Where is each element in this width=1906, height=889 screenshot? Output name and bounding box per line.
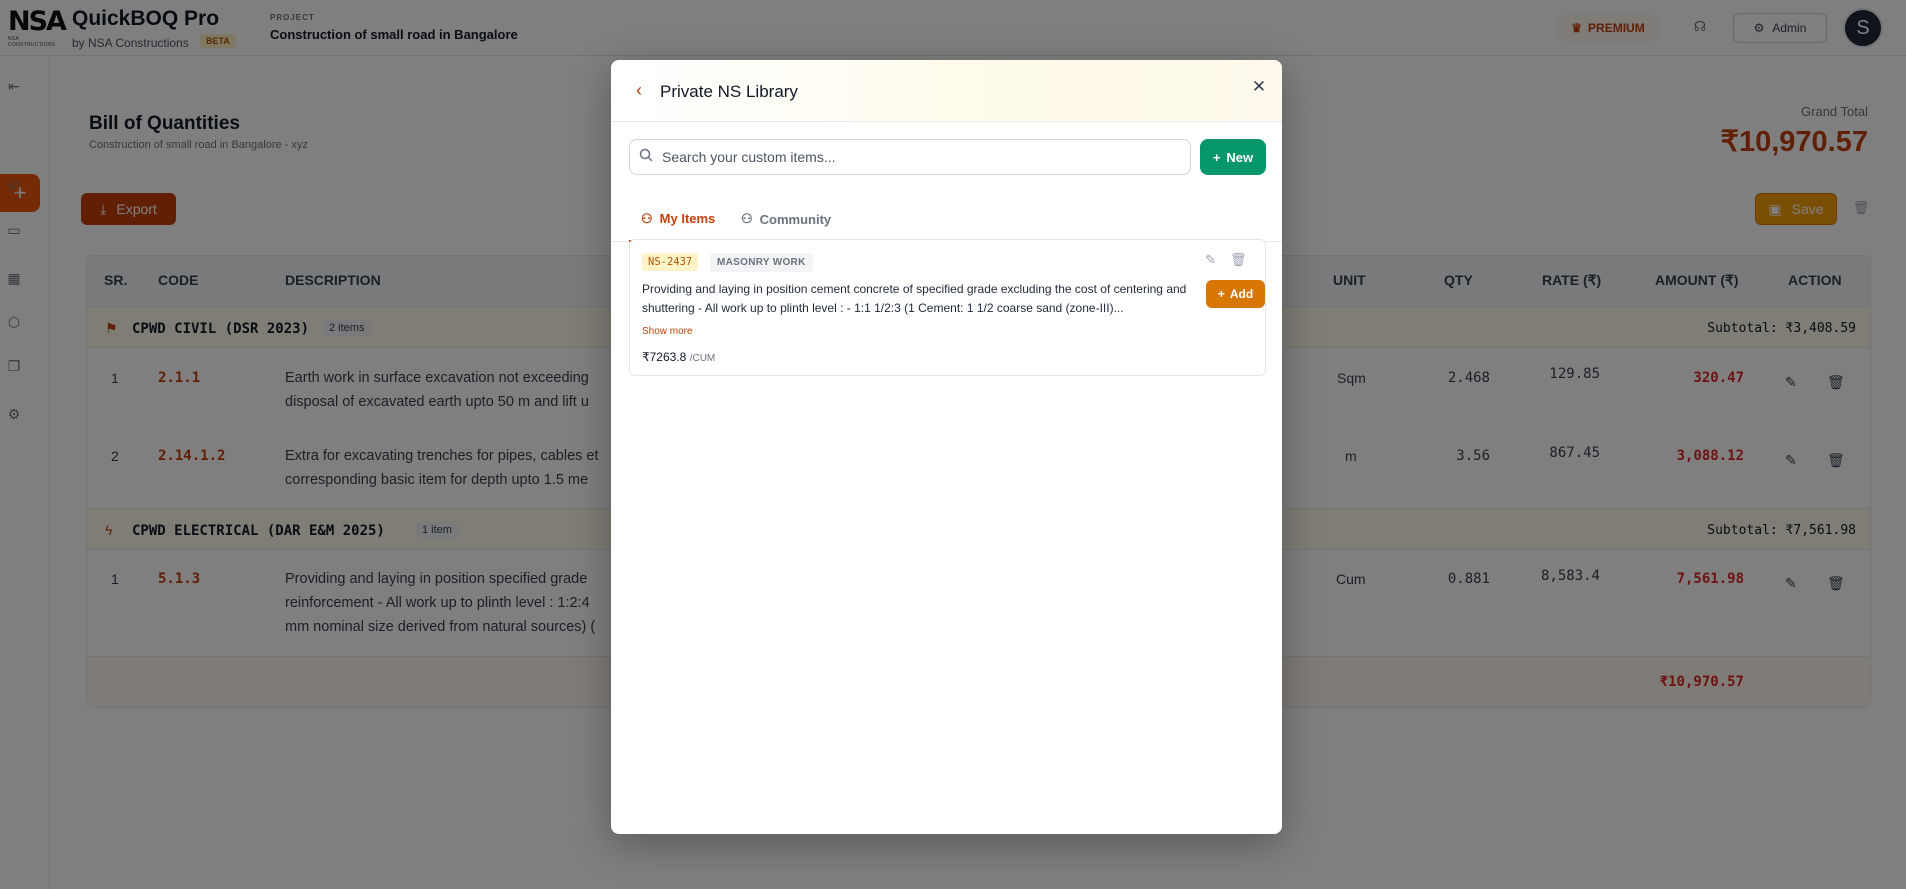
search-input[interactable] xyxy=(662,149,1162,165)
plus-icon: + xyxy=(1212,149,1221,165)
plus-icon: + xyxy=(1217,287,1225,301)
close-icon[interactable]: ✕ xyxy=(1248,76,1270,98)
item-category-badge: MASONRY WORK xyxy=(710,253,813,272)
search-box xyxy=(629,139,1191,175)
trash-icon[interactable]: 🗑 xyxy=(1230,252,1247,268)
tab-community[interactable]: ⚇ Community xyxy=(741,197,831,241)
library-item-card: NS-2437 MASONRY WORK ✎ 🗑 Providing and l… xyxy=(629,239,1266,376)
search-icon xyxy=(630,148,662,167)
modal-title: Private NS Library xyxy=(660,82,798,101)
tab-my-items[interactable]: ⚇ My Items xyxy=(629,197,725,242)
user-icon: ⚇ xyxy=(641,210,653,226)
new-item-button[interactable]: + New xyxy=(1200,139,1266,175)
edit-icon[interactable]: ✎ xyxy=(1205,252,1221,268)
item-price: ₹7263.8 /CUM xyxy=(642,350,716,364)
library-modal: ‹ Private NS Library ✕ + New ⚇ My Items … xyxy=(611,60,1282,834)
show-more-link[interactable]: Show more xyxy=(642,326,693,337)
item-code-badge: NS-2437 xyxy=(642,253,699,271)
users-icon: ⚇ xyxy=(741,211,753,226)
add-item-button[interactable]: + Add xyxy=(1206,280,1265,308)
back-arrow-icon[interactable]: ‹ xyxy=(629,80,649,100)
item-description: Providing and laying in position cement … xyxy=(642,282,1187,315)
modal-header: ‹ Private NS Library ✕ xyxy=(611,60,1282,122)
